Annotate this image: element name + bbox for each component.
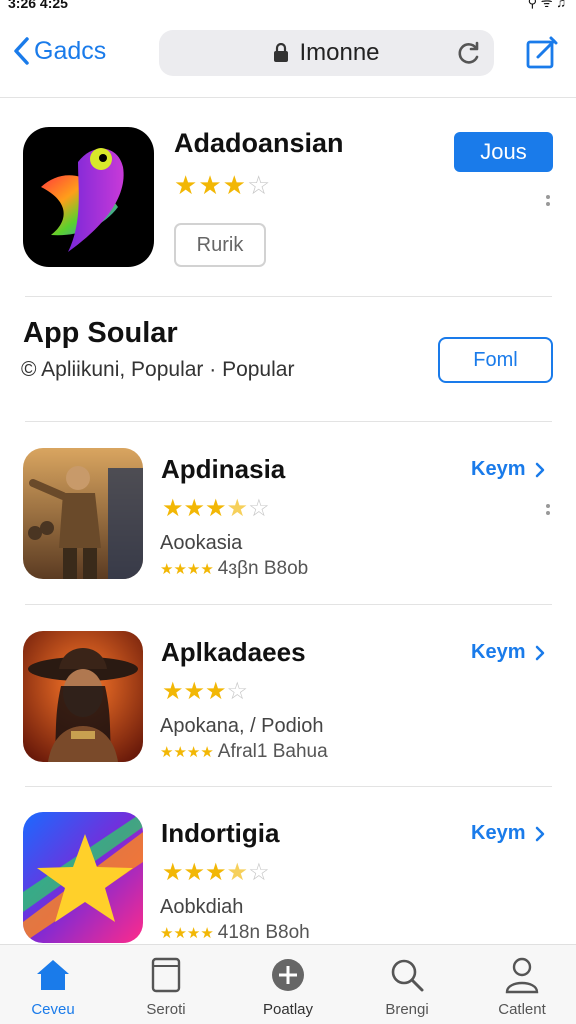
tab-label: Brengi: [385, 1001, 429, 1018]
chevron-right-icon: [536, 462, 545, 477]
featured-app: Adadoansian ★ ★ ★ ☆ Rurik Jous: [0, 100, 576, 296]
app-link-label: Keym: [471, 458, 526, 480]
star-icon: ★: [205, 495, 227, 522]
app-link-button[interactable]: Keym: [471, 822, 545, 845]
star-outline-icon: ☆: [246, 170, 272, 200]
status-icons: ⚲ ᯤ ♫: [527, 0, 566, 10]
app-meta-text: 418n B8oh: [217, 922, 310, 943]
star-icon: ★: [198, 170, 223, 200]
status-time: 3:26 4:25: [8, 0, 68, 11]
tab-label: Ceveu: [31, 1001, 75, 1018]
featured-rating: ★ ★ ★ ☆: [174, 170, 271, 201]
star-icon: ★: [162, 495, 184, 522]
list-item[interactable]: Indortigia ★ ★ ★ ★ ☆ Aobkdiah ★★★★ 418n B…: [0, 786, 576, 946]
tab-search[interactable]: Brengi: [357, 955, 457, 1018]
star-icon: ★: [205, 859, 227, 886]
app-rating: ★ ★ ★ ★ ☆: [162, 858, 270, 887]
star-icon: ★: [205, 678, 227, 705]
section-subtitle: © Apliikuni, Popular · Popular: [21, 358, 295, 381]
app-meta: ★★★★ 4ɜβn B8ob: [160, 558, 308, 580]
chevron-left-icon: [14, 37, 29, 65]
section-title: App Soular: [23, 317, 178, 349]
list-item[interactable]: Apdinasia ★ ★ ★ ★ ☆ Aookasia ★★★★ 4ɜβn B8…: [0, 422, 576, 582]
app-icon-cowboy: [23, 631, 143, 762]
star-icon: ★: [162, 678, 184, 705]
person-icon: [505, 957, 539, 994]
address-bar[interactable]: Imonne: [159, 30, 494, 76]
tab-label: Catlent: [498, 1001, 546, 1018]
follow-button[interactable]: Foml: [438, 337, 553, 383]
app-meta-text: 4ɜβn B8ob: [217, 558, 309, 579]
tab-add[interactable]: Poatlay: [238, 955, 338, 1018]
app-subtitle: Aobkdiah: [160, 896, 244, 918]
star-outline-icon: ☆: [248, 859, 270, 886]
app-rating: ★ ★ ★ ☆: [162, 677, 248, 706]
star-icon: ★: [222, 170, 247, 200]
featured-app-icon[interactable]: [23, 127, 154, 267]
tab-home[interactable]: Ceveu: [3, 955, 103, 1018]
app-subtitle: Aookasia: [160, 532, 243, 554]
star-icon: ★: [174, 170, 199, 200]
reload-icon[interactable]: [456, 40, 482, 66]
address-text: Imonne: [299, 39, 380, 66]
search-icon: [391, 959, 424, 992]
app-title: Aplkadaees: [161, 637, 306, 667]
plus-circle-icon: [272, 959, 304, 991]
join-button[interactable]: Jous: [454, 132, 553, 172]
tablet-icon: [151, 957, 181, 993]
top-nav-bar: Gadcs Imonne: [0, 22, 576, 98]
star-outline-icon: ☆: [248, 495, 270, 522]
app-title: Indortigia: [161, 818, 280, 848]
star-icon: ★: [183, 859, 206, 886]
lock-icon: [274, 43, 289, 62]
star-outline-icon: ☆: [226, 678, 249, 705]
tab-label: Seroti: [146, 1001, 186, 1018]
app-link-label: Keym: [471, 641, 526, 663]
section-header: App Soular © Apliikuni, Popular · Popula…: [0, 312, 576, 420]
star-icon: ★: [162, 859, 184, 886]
more-options-icon[interactable]: [546, 195, 552, 206]
star-half-icon: ★: [226, 859, 249, 886]
app-meta-text: Afral1 Bahua: [217, 741, 328, 762]
app-link-button[interactable]: Keym: [471, 641, 545, 664]
rank-button[interactable]: Rurik: [174, 223, 266, 267]
status-bar: 3:26 4:25 ⚲ ᯤ ♫: [0, 0, 576, 14]
tab-bar: Ceveu Seroti Poatlay Brengi Catlent: [0, 944, 576, 1024]
featured-app-title: Adadoansian: [174, 128, 344, 158]
chevron-right-icon: [536, 826, 545, 841]
divider: [25, 296, 552, 297]
app-link-button[interactable]: Keym: [471, 458, 545, 481]
back-button[interactable]: Gadcs: [12, 36, 106, 66]
tab-tablet[interactable]: Seroti: [116, 955, 216, 1018]
mini-stars-icon: ★★★★: [160, 561, 214, 578]
app-rating: ★ ★ ★ ★ ☆: [162, 494, 270, 523]
app-meta: ★★★★ Afral1 Bahua: [160, 741, 328, 763]
tab-profile[interactable]: Catlent: [472, 955, 572, 1018]
app-title: Apdinasia: [161, 454, 286, 484]
star-half-icon: ★: [226, 495, 249, 522]
star-icon: ★: [183, 678, 206, 705]
tab-label: Poatlay: [262, 1001, 314, 1018]
app-meta: ★★★★ 418n B8oh: [160, 922, 310, 944]
compose-icon[interactable]: [526, 36, 558, 70]
chevron-right-icon: [536, 645, 545, 660]
app-icon-warrior: [23, 448, 143, 579]
star-icon: ★: [183, 495, 206, 522]
app-icon-star: [23, 812, 143, 943]
more-options-icon[interactable]: [546, 504, 552, 515]
list-item[interactable]: Aplkadaees ★ ★ ★ ☆ Apokana, / Podioh ★★★…: [0, 605, 576, 765]
app-subtitle: Apokana, / Podioh: [160, 715, 324, 737]
home-icon: [37, 960, 69, 990]
mini-stars-icon: ★★★★: [160, 744, 214, 761]
app-link-label: Keym: [471, 822, 526, 844]
back-label: Gadcs: [34, 36, 107, 65]
mini-stars-icon: ★★★★: [160, 925, 214, 942]
